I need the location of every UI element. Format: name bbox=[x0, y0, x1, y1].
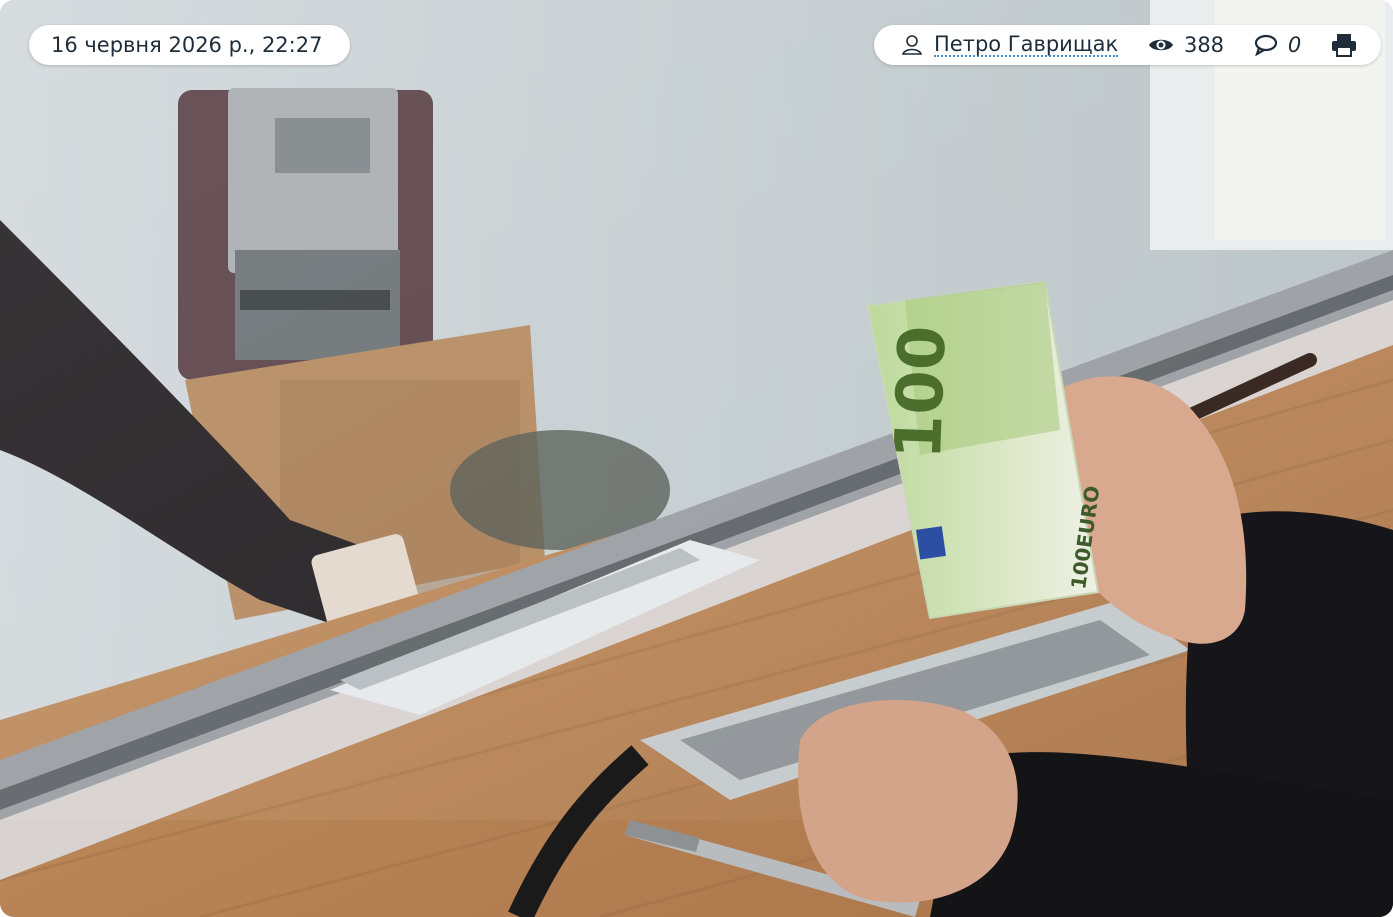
banknote-value-text: 100 bbox=[882, 324, 961, 460]
views-count: 388 bbox=[1183, 33, 1225, 57]
views-block: 388 bbox=[1148, 33, 1224, 57]
author-block: Петро Гаврищак bbox=[900, 33, 1119, 57]
publish-date: 16 червня 2026 р., 22:27 bbox=[51, 33, 323, 57]
comment-icon[interactable] bbox=[1254, 34, 1278, 56]
comments-block[interactable]: 0 bbox=[1254, 33, 1301, 57]
user-icon bbox=[900, 33, 924, 57]
article-image-frame: 100 100EURO 16 червня 2026 р., 22:27 Пет… bbox=[0, 0, 1393, 917]
comments-count[interactable]: 0 bbox=[1288, 33, 1301, 57]
author-link[interactable]: Петро Гаврищак bbox=[934, 33, 1119, 57]
article-meta-bar: Петро Гаврищак 388 0 bbox=[874, 25, 1381, 65]
date-badge: 16 червня 2026 р., 22:27 bbox=[29, 25, 350, 65]
eye-icon bbox=[1148, 36, 1174, 54]
print-icon[interactable] bbox=[1331, 33, 1357, 57]
article-photo: 100 100EURO bbox=[0, 0, 1393, 917]
